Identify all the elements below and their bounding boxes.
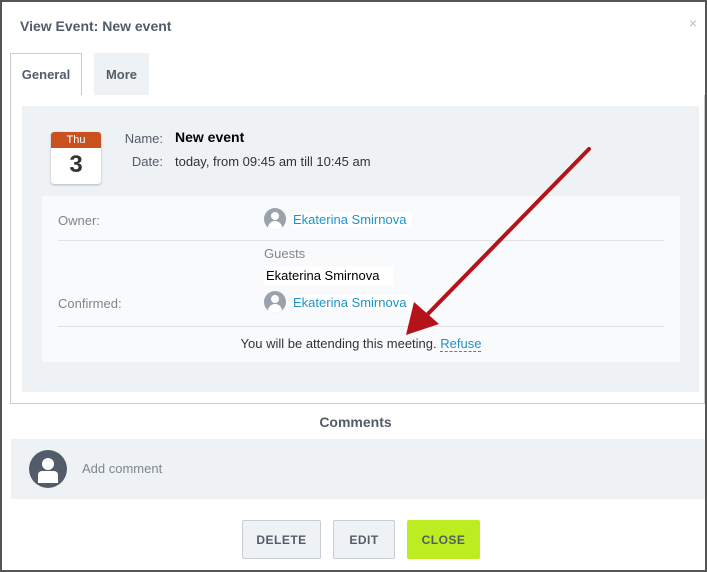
event-date: today, from 09:45 am till 10:45 am <box>175 154 371 169</box>
attendees-section: Owner: Ekaterina Smirnova Guests Ekateri… <box>42 196 680 362</box>
calendar-day: 3 <box>69 151 83 178</box>
confirmed-entry: Ekaterina Smirnova <box>264 291 413 313</box>
user-avatar-icon <box>264 291 286 313</box>
edit-button[interactable]: EDIT <box>333 520 395 559</box>
refuse-link[interactable]: Refuse <box>440 336 482 352</box>
event-dialog: View Event: New event × General More Thu… <box>0 0 707 572</box>
calendar-date-icon: Thu 3 <box>51 132 101 184</box>
owner-label: Owner: <box>58 213 100 228</box>
owner-entry: Ekaterina Smirnova <box>264 208 413 230</box>
event-name: New event <box>175 129 245 145</box>
add-comment-input[interactable]: Add comment <box>82 461 162 476</box>
name-label: Name: <box>124 131 163 146</box>
comment-bar: Add comment <box>11 439 705 499</box>
dialog-titlebar: View Event: New event × <box>2 2 705 50</box>
tab-more[interactable]: More <box>94 53 149 96</box>
attendance-status: You will be attending this meeting. Refu… <box>42 336 680 352</box>
general-tab-panel: Thu 3 Name: New event Date: today, from … <box>10 95 705 404</box>
confirmed-label: Confirmed: <box>58 296 122 311</box>
close-icon[interactable]: × <box>689 16 697 30</box>
guest-name: Ekaterina Smirnova <box>264 266 394 285</box>
close-button[interactable]: CLOSE <box>407 520 480 559</box>
guests-title: Guests <box>264 246 306 261</box>
event-details-panel: Thu 3 Name: New event Date: today, from … <box>22 106 699 392</box>
tab-bar: General More <box>10 53 705 96</box>
divider <box>58 240 664 241</box>
comments-title: Comments <box>319 414 392 430</box>
divider <box>58 326 664 327</box>
owner-link[interactable]: Ekaterina Smirnova <box>293 211 413 227</box>
date-label: Date: <box>131 154 163 169</box>
delete-button[interactable]: DELETE <box>242 520 321 559</box>
calendar-weekday: Thu <box>51 132 101 148</box>
confirmed-link[interactable]: Ekaterina Smirnova <box>293 294 413 310</box>
user-avatar-icon <box>264 208 286 230</box>
dialog-title: View Event: New event <box>20 18 172 34</box>
user-avatar-icon <box>29 450 67 488</box>
tab-general[interactable]: General <box>10 53 82 96</box>
attending-text: You will be attending this meeting. <box>240 336 437 351</box>
